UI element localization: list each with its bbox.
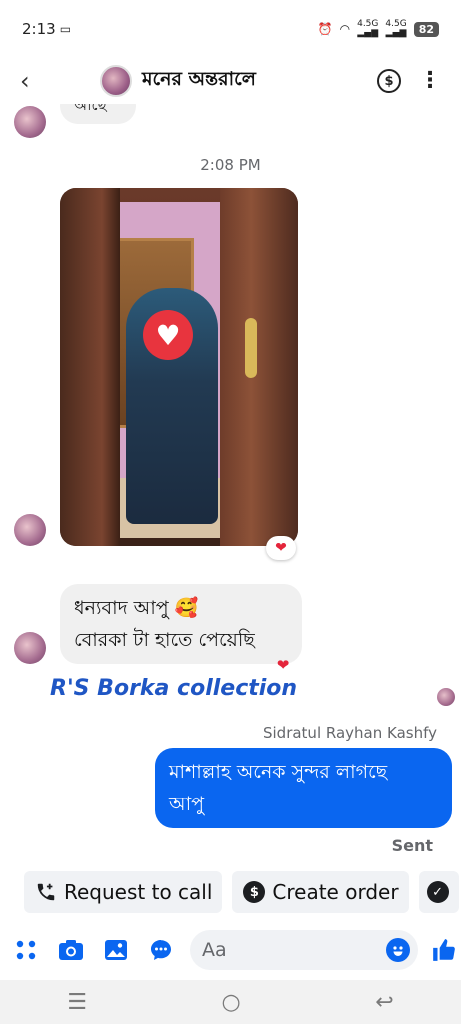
composer <box>0 924 461 976</box>
message-bubble-outgoing[interactable]: মাশাল্লাহ অনেক সুন্দর লাগছে আপু <box>155 748 452 828</box>
quick-actions: Request to call $ Create order ✓ <box>0 866 461 918</box>
back-arrow-icon[interactable]: ‹ <box>20 67 50 95</box>
more-action-button[interactable]: ✓ <box>418 871 459 913</box>
network-type-2: 4.5G <box>385 19 407 29</box>
photo-door-right <box>220 188 298 546</box>
check-circle-icon: ✓ <box>426 881 449 903</box>
message-bubble-incoming[interactable]: ধন্যবাদ আপু 🥰 বোরকা টা হাতে পেয়েছি <box>60 584 302 664</box>
gallery-icon[interactable] <box>100 934 132 966</box>
signal-icon-1: 4.5G ▂▄▆ <box>357 19 379 38</box>
message-text-line2: বোরকা টা হাতে পেয়েছি <box>74 629 255 651</box>
create-order-button[interactable]: $ Create order <box>232 871 409 913</box>
photo-handle <box>245 318 257 378</box>
battery-icon: 82 <box>413 21 439 37</box>
dollar-icon[interactable]: $ <box>377 69 401 93</box>
signal-icon-2: 4.5G ▂▄▆ <box>385 19 407 38</box>
photo-door-left <box>60 188 120 546</box>
create-order-label: Create order <box>272 880 399 904</box>
message-text-line1: ধন্যবাদ আপু 🥰 <box>74 597 199 619</box>
avatar[interactable] <box>14 106 46 138</box>
watermark-text: R'S Borka collection <box>50 676 298 701</box>
status-time: 2:13 <box>22 20 56 38</box>
photo-message[interactable]: ♥ <box>60 188 298 546</box>
request-to-call-button[interactable]: Request to call <box>24 871 223 913</box>
screenshot-icon: ▭ <box>59 22 72 36</box>
avatar[interactable] <box>14 632 46 664</box>
status-bar: 2:13 ▭ ⏰ ◠ 4.5G ▂▄▆ 4.5G ▂▄▆ 82 <box>0 0 461 58</box>
more-vertical-icon[interactable]: ⋮ <box>419 70 441 92</box>
message-status: Sent <box>391 836 433 855</box>
message-timestamp: 2:08 PM <box>200 156 261 174</box>
menu-dots-icon[interactable] <box>10 934 42 966</box>
message-text-line2: আপু <box>169 793 205 815</box>
back-icon[interactable]: ↩ <box>375 990 393 1015</box>
wifi-icon: ◠ <box>339 22 351 36</box>
message-text-line1: মাশাল্লাহ অনেক সুন্দর লাগছে <box>169 761 388 783</box>
dollar-icon: $ <box>242 880 266 904</box>
chat-header: ‹ মনের অন্তরালে $ ⋮ <box>0 58 461 104</box>
page-title[interactable]: মনের অন্তরালে <box>142 65 256 97</box>
seen-avatar <box>437 688 455 706</box>
avatar[interactable] <box>14 514 46 546</box>
sender-name: Sidratul Rayhan Kashfy <box>262 724 437 742</box>
chat-thread[interactable]: আছে 2:08 PM ♥ ❤ ধন্যবাদ আপু 🥰 বোরকা টা হ… <box>0 104 461 866</box>
status-icons: ⏰ ◠ 4.5G ▂▄▆ 4.5G ▂▄▆ 82 <box>318 20 439 38</box>
message-input[interactable] <box>202 930 372 970</box>
camera-icon[interactable] <box>55 934 87 966</box>
emoji-icon[interactable] <box>386 938 410 962</box>
phone-icon <box>34 880 58 904</box>
reaction-heart-icon[interactable]: ❤ <box>266 536 296 560</box>
like-icon[interactable] <box>428 934 460 966</box>
request-to-call-label: Request to call <box>64 880 213 904</box>
network-type-1: 4.5G <box>357 19 379 29</box>
alarm-icon: ⏰ <box>317 22 333 36</box>
recent-apps-icon[interactable]: ☰ <box>67 990 87 1015</box>
avatar[interactable] <box>100 65 132 97</box>
chat-bubble-icon[interactable] <box>145 934 177 966</box>
reaction-heart-icon[interactable]: ❤ <box>270 656 296 674</box>
message-text: আছে <box>74 104 107 114</box>
home-icon[interactable]: ○ <box>222 990 241 1015</box>
message-bubble-previous[interactable]: আছে <box>60 104 136 124</box>
system-nav-bar: ☰ ○ ↩ <box>0 980 461 1024</box>
message-input-wrapper <box>190 930 418 970</box>
heart-sticker-icon: ♥ <box>143 310 193 360</box>
